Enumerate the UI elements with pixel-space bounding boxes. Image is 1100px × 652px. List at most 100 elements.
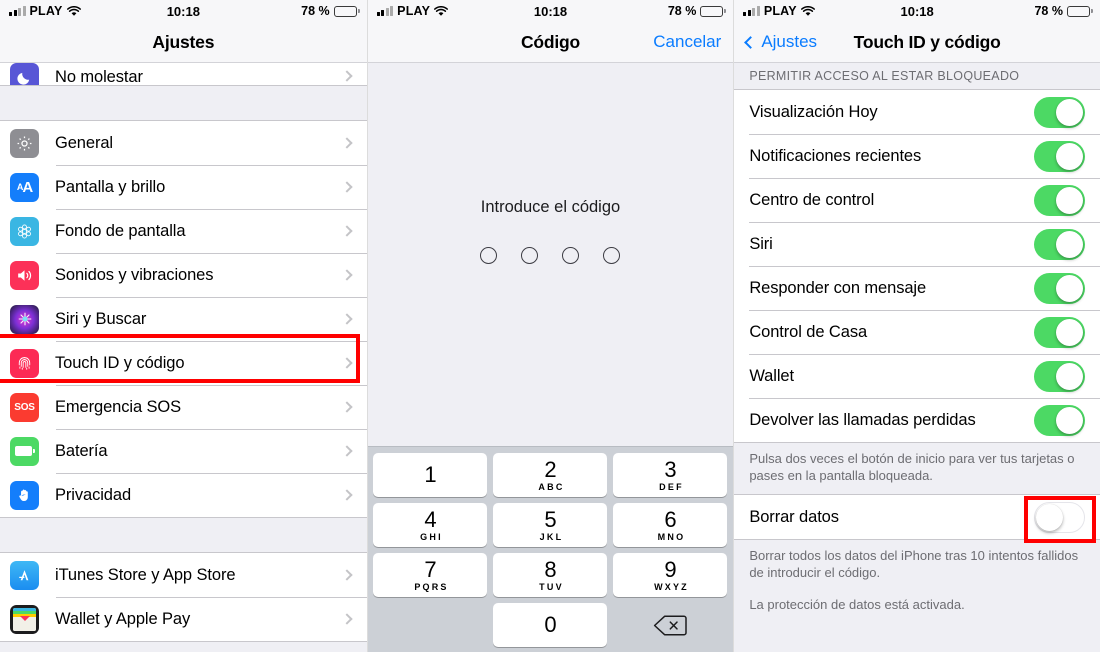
numeric-keypad[interactable]: 1 2 ABC 3 DEF 4 GHI 5 JKL 6 MNO 7 PQRS 8…	[367, 446, 734, 652]
app-store-icon	[10, 560, 39, 590]
key-letters: JKL	[539, 531, 564, 542]
three-screen-composite: PLAY 10:18 78 % Ajustes No molestar Gene…	[0, 0, 1100, 652]
toggle-label: Siri	[749, 234, 773, 253]
key-7[interactable]: 7 PQRS	[373, 553, 488, 597]
toggle-label: Control de Casa	[749, 322, 868, 341]
key-8[interactable]: 8 TUV	[493, 553, 608, 597]
navbar-passcode: Código Cancelar	[367, 22, 734, 63]
status-bar-left: PLAY	[376, 4, 449, 18]
sidebar-item-fondo-de-pantalla[interactable]: Fondo de pantalla	[0, 209, 367, 253]
key-spacer	[373, 603, 487, 647]
sidebar-item-label: Pantalla y brillo	[55, 177, 166, 196]
sidebar-item-label: No molestar	[55, 68, 143, 85]
key-letters: ABC	[538, 481, 565, 492]
settings-list[interactable]: No molestar General AA Pantalla y brillo…	[0, 63, 367, 652]
key-2[interactable]: 2 ABC	[493, 453, 608, 497]
sidebar-item-wallet-y-apple-pay[interactable]: Wallet y Apple Pay	[0, 597, 367, 641]
sidebar-item-label: Batería	[55, 441, 108, 460]
key-0[interactable]: 0	[493, 603, 608, 647]
toggle-switch[interactable]	[1033, 228, 1085, 260]
passcode-dots	[368, 247, 734, 264]
toggle-switch[interactable]	[1033, 360, 1085, 392]
key-delete[interactable]	[613, 603, 727, 647]
chevron-right-icon	[340, 613, 353, 625]
wifi-icon	[66, 6, 81, 16]
sidebar-item-itunes-store-y-app-store[interactable]: iTunes Store y App Store	[0, 553, 367, 597]
toggle-switch[interactable]	[1033, 501, 1085, 533]
key-digit: 7	[424, 556, 437, 582]
key-letters: PQRS	[414, 581, 449, 592]
toggle-label: Notificaciones recientes	[749, 146, 922, 165]
key-digit: 9	[664, 556, 677, 582]
key-4[interactable]: 4 GHI	[373, 503, 488, 547]
toggle-group: Visualización Hoy Notificaciones recient…	[734, 89, 1100, 443]
sidebar-item-label: General	[55, 133, 114, 152]
sidebar-item-privacidad[interactable]: Privacidad	[0, 473, 367, 517]
key-3[interactable]: 3 DEF	[613, 453, 728, 497]
sidebar-item-bateria[interactable]: Batería	[0, 429, 367, 473]
battery-percent-label: 78 %	[1034, 4, 1063, 18]
footnote-text: Borrar todos los datos del iPhone tras 1…	[749, 548, 1079, 581]
toggle-label: Visualización Hoy	[749, 102, 878, 121]
speaker-icon	[10, 260, 39, 290]
sidebar-item-pantalla-y-brillo[interactable]: AA Pantalla y brillo	[0, 165, 367, 209]
sidebar-item-sonidos-y-vibraciones[interactable]: Sonidos y vibraciones	[0, 253, 367, 297]
sidebar-item-label: Emergencia SOS	[55, 397, 182, 416]
key-9[interactable]: 9 WXYZ	[613, 553, 728, 597]
carrier-label: PLAY	[397, 4, 431, 18]
toggle-row-centro-de-control[interactable]: Centro de control	[734, 178, 1100, 222]
toggle-row-borrar-datos[interactable]: Borrar datos	[734, 495, 1100, 540]
key-6[interactable]: 6 MNO	[613, 503, 728, 547]
chevron-right-icon	[340, 569, 353, 581]
chevron-right-icon	[340, 225, 353, 237]
key-letters: GHI	[420, 531, 443, 542]
key-5[interactable]: 5 JKL	[493, 503, 608, 547]
settings-group-a: General AA Pantalla y brillo Fondo de pa…	[0, 120, 367, 518]
toggle-switch[interactable]	[1033, 272, 1085, 304]
status-bar-left: PLAY	[743, 4, 815, 18]
sidebar-item-emergencia-sos[interactable]: SOS Emergencia SOS	[0, 385, 367, 429]
toggle-row-visualizacion-hoy[interactable]: Visualización Hoy	[734, 90, 1100, 134]
erase-data-group: Borrar datos	[734, 494, 1100, 541]
key-digit: 3	[664, 456, 677, 482]
sidebar-item-no-molestar[interactable]: No molestar	[0, 63, 367, 85]
key-1[interactable]: 1	[373, 453, 488, 497]
sidebar-item-general[interactable]: General	[0, 121, 367, 165]
toggle-switch[interactable]	[1033, 316, 1085, 348]
keypad-row: 7 PQRS 8 TUV 9 WXYZ	[372, 553, 730, 597]
toggle-switch[interactable]	[1033, 96, 1085, 128]
passcode-body: Introduce el código 1 2 ABC 3 DEF 4 GHI …	[367, 63, 734, 652]
passcode-dot	[562, 247, 580, 264]
battery-icon	[10, 436, 39, 466]
fingerprint-icon	[10, 348, 39, 378]
toggle-row-responder-con-mensaje[interactable]: Responder con mensaje	[734, 266, 1100, 310]
toggle-switch[interactable]	[1033, 140, 1085, 172]
chevron-right-icon	[340, 181, 353, 193]
chevron-right-icon	[340, 137, 353, 149]
settings-group-b: iTunes Store y App Store Wallet y Apple …	[0, 552, 367, 642]
toggle-row-notificaciones-recientes[interactable]: Notificaciones recientes	[734, 134, 1100, 178]
sidebar-item-siri-y-buscar[interactable]: Siri y Buscar	[0, 297, 367, 341]
keypad-row: 4 GHI 5 JKL 6 MNO	[372, 503, 730, 547]
toggle-switch[interactable]	[1033, 404, 1085, 436]
chevron-right-icon	[340, 445, 353, 457]
back-button[interactable]: Ajustes	[744, 32, 817, 52]
chevron-right-icon	[340, 269, 353, 281]
sidebar-item-touch-id-y-codigo[interactable]: Touch ID y código	[0, 341, 367, 385]
sidebar-item-label: Privacidad	[55, 485, 132, 504]
key-digit: 5	[544, 506, 557, 532]
toggle-row-devolver-llamadas-perdidas[interactable]: Devolver las llamadas perdidas	[734, 398, 1100, 442]
siri-icon	[10, 304, 39, 334]
toggle-row-siri[interactable]: Siri	[734, 222, 1100, 266]
toggle-row-wallet[interactable]: Wallet	[734, 354, 1100, 398]
chevron-right-icon	[340, 489, 353, 501]
carrier-label: PLAY	[29, 4, 63, 18]
sidebar-item-label: iTunes Store y App Store	[55, 565, 236, 584]
toggle-switch[interactable]	[1033, 184, 1085, 216]
toggle-row-control-de-casa[interactable]: Control de Casa	[734, 310, 1100, 354]
panel-touchid: PLAY 10:18 78 % Ajustes Touch ID y códig…	[733, 0, 1100, 652]
battery-icon	[700, 5, 727, 17]
cancel-button[interactable]: Cancelar	[653, 32, 721, 52]
status-bar-settings: PLAY 10:18 78 %	[0, 0, 367, 22]
key-digit: 2	[544, 456, 557, 482]
